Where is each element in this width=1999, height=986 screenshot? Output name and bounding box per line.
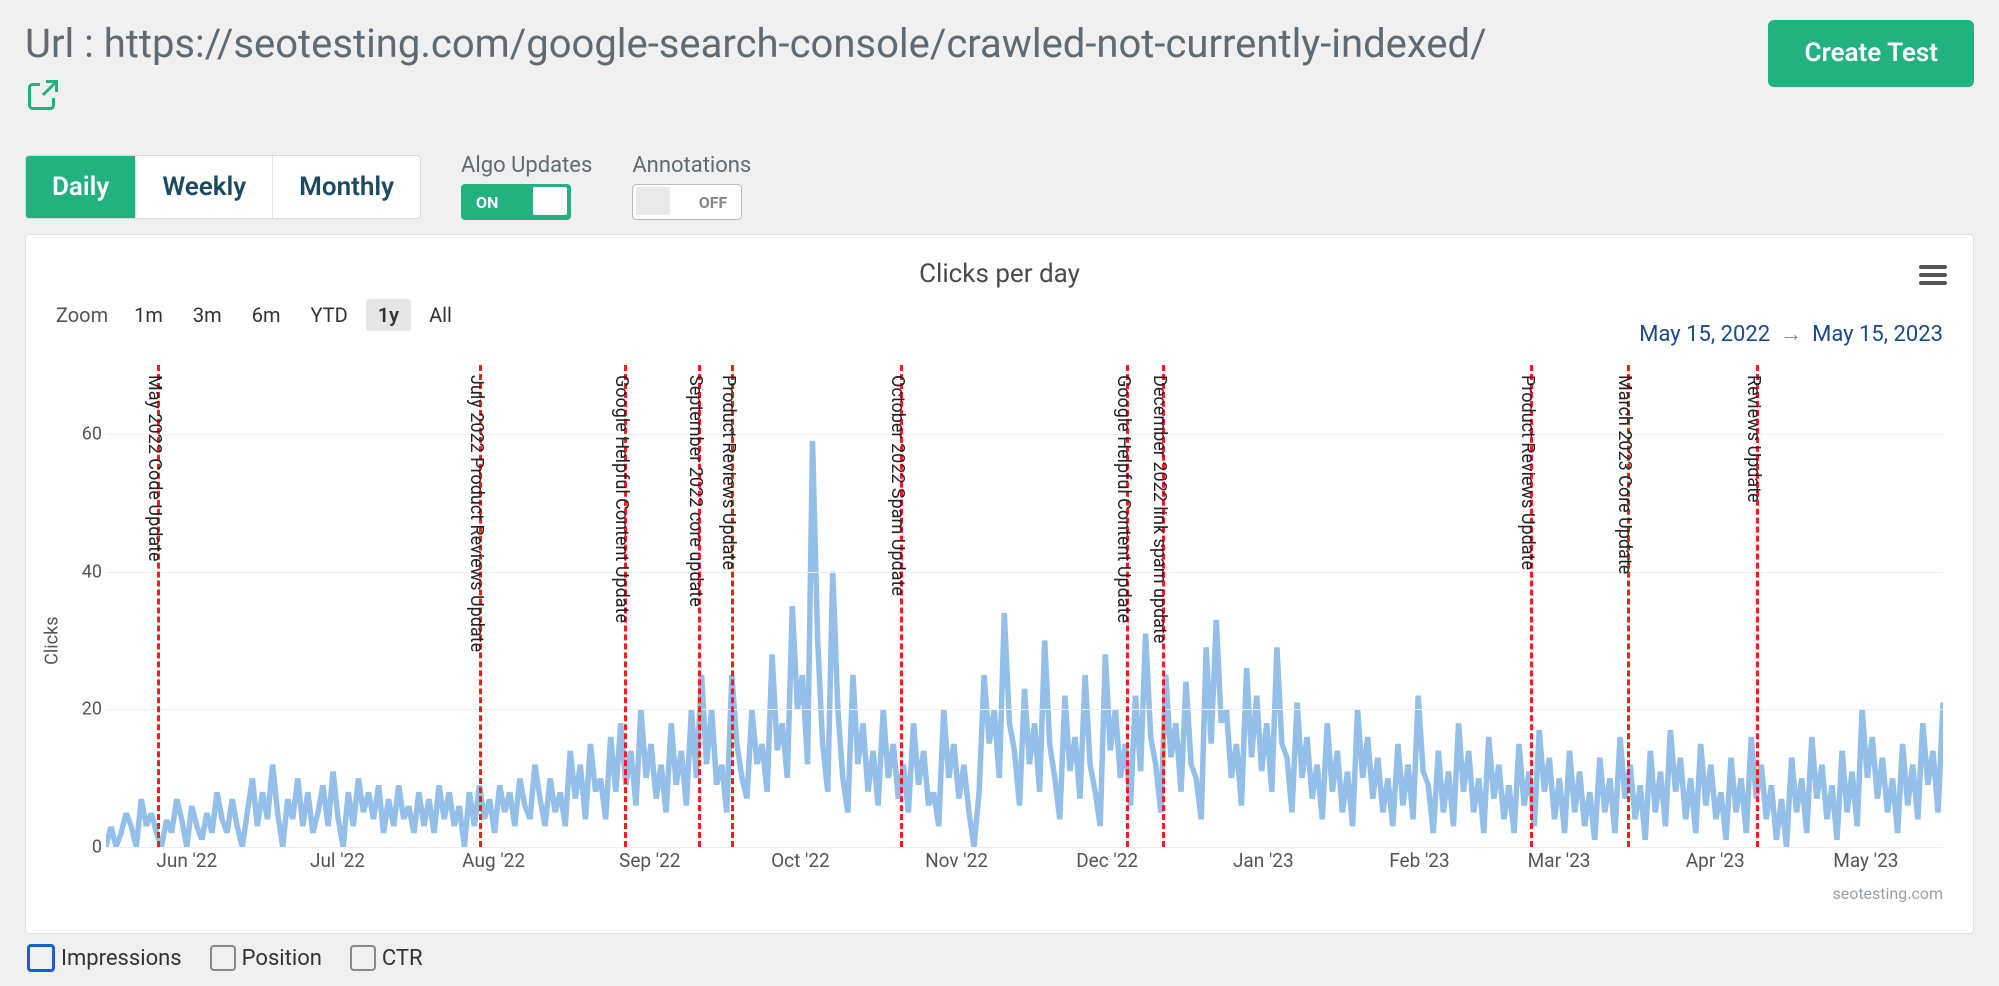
zoom-all[interactable]: All [417,299,464,331]
plot-area[interactable]: May 2022 Code Update July 2022 Product Re… [106,365,1943,847]
tab-monthly[interactable]: Monthly [273,156,420,218]
arrow-right-icon: → [1780,321,1802,347]
zoom-1m[interactable]: 1m [122,299,175,331]
clicks-line-series [106,365,1943,847]
tab-daily[interactable]: Daily [26,156,136,218]
gridline [106,572,1943,573]
tab-weekly[interactable]: Weekly [136,156,273,218]
header: Url : https://seotesting.com/google-sear… [25,20,1974,117]
open-external-icon[interactable] [25,77,1487,117]
create-test-button[interactable]: Create Test [1768,20,1974,87]
y-tick: 60 [82,423,102,444]
annotations-toggle[interactable]: OFF [632,184,742,220]
algo-update-label: October 2022 Spam Update [887,375,908,596]
x-tick: Nov '22 [925,849,988,872]
date-to[interactable]: May 15, 2023 [1812,322,1943,347]
checkbox-icon [27,944,55,972]
x-tick: Jul '22 [310,849,365,872]
date-range: May 15, 2022 → May 15, 2023 [1639,321,1943,347]
algo-updates-toggle-block: Algo Updates ON [461,153,592,220]
zoom-3m[interactable]: 3m [181,299,234,331]
checkbox-icon [210,945,236,971]
chart-menu-icon[interactable] [1919,261,1947,289]
chart-panel: Clicks per day Zoom 1m3m6mYTD1yAll May 1… [25,234,1974,934]
algo-updates-label: Algo Updates [461,153,592,178]
app-root: Url : https://seotesting.com/google-sear… [0,0,1999,986]
x-tick: Apr '23 [1686,849,1745,872]
algo-update-label: March 2023 Core Update [1614,375,1635,574]
x-tick: Dec '22 [1076,849,1138,872]
x-tick: Feb '23 [1389,849,1449,872]
page-url-title: Url : https://seotesting.com/google-sear… [25,20,1487,67]
algo-update-label: May 2022 Code Update [144,375,165,562]
metric-checkbox-impressions[interactable]: Impressions [27,944,182,972]
annotations-label: Annotations [632,153,751,178]
gridline [106,709,1943,710]
algo-update-label: July 2022 Product Reviews Update [466,375,487,652]
y-tick: 0 [92,837,102,858]
algo-update-label: Product Reviews Update [1517,375,1538,570]
x-tick: Jun '22 [156,849,217,872]
metric-checkboxes: Impressions Position CTR [25,944,1974,972]
gridline [106,847,1943,848]
y-axis-label: Clicks [42,617,63,665]
zoom-label: Zoom [56,303,108,327]
algo-updates-toggle[interactable]: ON [461,184,571,220]
y-tick: 20 [82,699,102,720]
chart-credit: seotesting.com [1832,884,1943,903]
algo-update-label: December 2022 link spam update [1149,375,1170,643]
x-axis: Jun '22 Jul '22 Aug '22 Sep '22 Oct '22 Nov '… [106,849,1943,877]
date-from[interactable]: May 15, 2022 [1639,322,1770,347]
x-tick: Jan '23 [1233,849,1294,872]
gridline [106,434,1943,435]
algo-update-label: Google Helpful Content Update [1113,375,1134,623]
x-tick: May '23 [1833,849,1898,872]
algo-update-label: Reviews Update [1743,375,1764,503]
controls-row: DailyWeeklyMonthly Algo Updates ON Annot… [25,153,1974,220]
metric-checkbox-position[interactable]: Position [210,945,322,971]
zoom-6m[interactable]: 6m [240,299,293,331]
zoom-ytd[interactable]: YTD [298,299,359,331]
x-tick: Aug '22 [462,849,525,872]
checkbox-icon [350,945,376,971]
algo-update-label: Product Reviews Update [718,375,739,570]
x-tick: Mar '23 [1528,849,1591,872]
metric-checkbox-label: Impressions [61,946,182,971]
zoom-1y[interactable]: 1y [366,299,411,331]
x-tick: Oct '22 [771,849,830,872]
metric-checkbox-label: Position [242,946,322,971]
y-tick: 40 [82,561,102,582]
metric-checkbox-ctr[interactable]: CTR [350,945,423,971]
algo-update-label: September 2022 core update [685,375,706,607]
algo-update-label: Google Helpful Content Update [611,375,632,623]
y-axis: Clicks 0204060 [58,365,102,847]
chart-title: Clicks per day [56,259,1943,289]
x-tick: Sep '22 [619,849,680,872]
metric-checkbox-label: CTR [382,946,423,971]
interval-tabs: DailyWeeklyMonthly [25,155,421,219]
annotations-toggle-block: Annotations OFF [632,153,751,220]
